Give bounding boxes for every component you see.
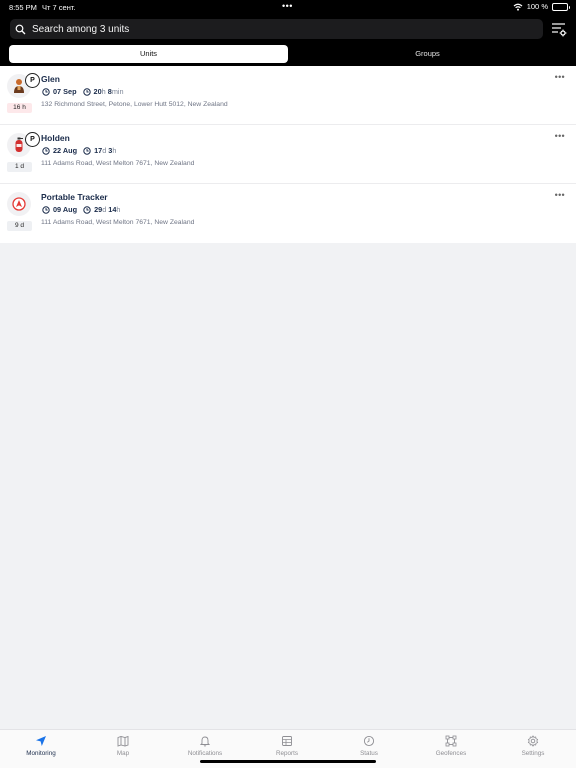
tab-label: Notifications [187, 750, 223, 757]
clock-icon [83, 146, 91, 155]
map-icon [117, 735, 129, 747]
search-bar[interactable] [10, 19, 543, 39]
duration-2-unit: h [112, 146, 117, 155]
duration-2-unit: min [111, 87, 124, 96]
tab-label: Geofences [435, 750, 467, 757]
unit-row[interactable]: P 1 d Holden 22 Aug 17d 3h 111 Adams Roa… [0, 125, 576, 184]
unit-meta: 09 Aug 29d 14h [42, 205, 126, 214]
tab-map[interactable]: Map [82, 732, 164, 757]
parked-badge: P [25, 132, 40, 147]
duration-1-unit: d [102, 205, 107, 214]
battery-percent: 100 % [526, 2, 548, 11]
tab-settings[interactable]: Settings [492, 732, 574, 757]
last-message-age-badge: 1 d [7, 162, 32, 172]
status-bar: 8:55 PM Чт 7 сент. ••• 100 % [0, 0, 576, 14]
last-date: 09 Aug [53, 205, 78, 214]
more-options-icon[interactable]: ••• [555, 190, 565, 200]
unit-address: 132 Richmond Street, Petone, Lower Hutt … [41, 101, 228, 108]
tab-geofences[interactable]: Geofences [410, 732, 492, 757]
tab-notifications[interactable]: Notifications [164, 732, 246, 757]
more-options-icon[interactable]: ••• [555, 131, 565, 141]
tab-label: Status [360, 750, 378, 757]
clock-icon [42, 87, 50, 96]
clock-icon [363, 735, 375, 747]
clock-icon [42, 146, 50, 155]
duration-1: 20 [93, 87, 102, 96]
unit-name: Portable Tracker [41, 192, 108, 202]
bell-icon [199, 736, 211, 747]
last-message-age-badge: 9 d [7, 221, 32, 231]
unit-list: P 16 h Glen 07 Sep 20h 8min 132 Richmond… [0, 66, 576, 243]
last-date: 07 Sep [53, 87, 77, 96]
segment-units[interactable]: Units [9, 45, 288, 63]
status-right: 100 % [513, 2, 570, 11]
tab-reports[interactable]: Reports [246, 732, 328, 757]
multitasking-dots-icon[interactable]: ••• [282, 1, 293, 11]
duration-2-unit: h [116, 205, 121, 214]
tab-monitoring[interactable]: Monitoring [0, 732, 82, 757]
unit-name: Holden [41, 133, 70, 143]
wifi-icon [513, 3, 523, 11]
geofence-icon [445, 735, 457, 747]
gear-icon [527, 735, 539, 747]
more-options-icon[interactable]: ••• [555, 72, 565, 82]
clock-icon [42, 205, 50, 214]
home-indicator[interactable] [200, 760, 376, 763]
battery-icon [552, 2, 570, 11]
tab-label: Settings [521, 750, 545, 757]
clock-icon [83, 205, 91, 214]
parked-badge: P [25, 73, 40, 88]
navigation-arrow-icon [36, 736, 46, 746]
filter-settings-icon[interactable] [551, 22, 567, 37]
tab-label: Monitoring [26, 750, 56, 757]
status-time: 8:55 PM [9, 3, 37, 12]
report-icon [282, 736, 292, 746]
navigation-arrow-icon [7, 192, 31, 216]
status-date: Чт 7 сент. [42, 3, 76, 12]
search-input[interactable] [32, 23, 512, 35]
unit-address: 111 Adams Road, West Melton 7671, New Ze… [41, 160, 195, 167]
unit-row[interactable]: 9 d Portable Tracker 09 Aug 29d 14h 111 … [0, 184, 576, 243]
unit-name: Glen [41, 74, 60, 84]
duration-1-unit: d [102, 146, 107, 155]
last-message-age-badge: 16 h [7, 103, 32, 113]
unit-meta: 22 Aug 17d 3h [42, 146, 122, 155]
unit-address: 111 Adams Road, West Melton 7671, New Ze… [41, 219, 195, 226]
units-groups-segmented-control: Units Groups [9, 45, 567, 63]
duration-1: 17 [94, 146, 103, 155]
tab-label: Reports [275, 750, 299, 757]
search-icon [15, 24, 26, 34]
unit-meta: 07 Sep 20h 8min [42, 87, 130, 96]
clock-icon [82, 87, 91, 96]
tab-label: Map [116, 750, 130, 757]
header: Units Groups [0, 14, 576, 66]
last-date: 22 Aug [53, 146, 78, 155]
segment-groups[interactable]: Groups [288, 45, 567, 63]
duration-1: 29 [94, 205, 103, 214]
unit-row[interactable]: P 16 h Glen 07 Sep 20h 8min 132 Richmond… [0, 66, 576, 125]
duration-1-unit: h [101, 87, 106, 96]
tab-status[interactable]: Status [328, 732, 410, 757]
